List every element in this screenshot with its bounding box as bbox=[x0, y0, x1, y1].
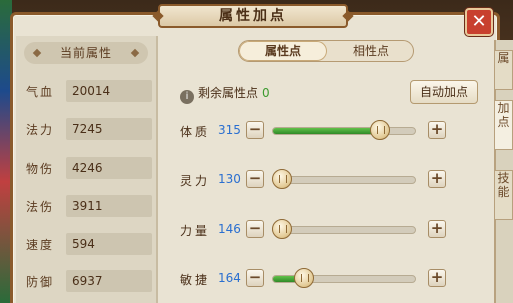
remaining-points: i 剩余属性点 0 bbox=[180, 84, 270, 104]
plus-button[interactable]: + bbox=[428, 220, 446, 238]
current-stats-header: 当前属性 bbox=[24, 42, 148, 64]
stat-value: 6937 bbox=[66, 270, 152, 292]
stat-label: 物伤 bbox=[26, 162, 55, 176]
minus-button[interactable]: − bbox=[246, 121, 264, 139]
plus-button[interactable]: + bbox=[428, 121, 446, 139]
attribute-label: 力量 bbox=[180, 224, 211, 238]
side-tab-skills[interactable]: 技能 bbox=[494, 170, 513, 220]
stat-row-hp: 气血 20014 bbox=[16, 80, 158, 102]
close-button[interactable]: ✕ bbox=[465, 8, 493, 36]
window-title: 属性加点 bbox=[158, 4, 348, 28]
point-type-tabs: 属性点 相性点 bbox=[238, 40, 414, 62]
stat-label: 防御 bbox=[26, 275, 55, 289]
attribute-row-agility: 敏捷 164 − + bbox=[180, 266, 450, 292]
attribute-label: 体质 bbox=[180, 125, 211, 139]
stat-label: 气血 bbox=[26, 85, 55, 99]
attribute-slider-fill bbox=[273, 128, 381, 134]
current-stats-panel: 当前属性 气血 20014 法力 7245 物伤 4246 法伤 3911 速度… bbox=[16, 36, 158, 303]
stat-row-magic-dmg: 法伤 3911 bbox=[16, 195, 158, 217]
stat-value: 20014 bbox=[66, 80, 152, 102]
side-tab-attributes[interactable]: 属 bbox=[494, 50, 513, 90]
stat-value: 594 bbox=[66, 233, 152, 255]
stat-value: 7245 bbox=[66, 118, 152, 140]
stat-row-speed: 速度 594 bbox=[16, 233, 158, 255]
remaining-points-label: 剩余属性点 bbox=[198, 86, 259, 100]
attribute-slider-thumb[interactable] bbox=[293, 268, 314, 288]
stat-label: 法力 bbox=[26, 123, 55, 137]
auto-allocate-button[interactable]: 自动加点 bbox=[410, 80, 478, 104]
attribute-slider-thumb[interactable] bbox=[370, 120, 390, 140]
stat-row-defense: 防御 6937 bbox=[16, 270, 158, 292]
attribute-slider-track[interactable] bbox=[272, 176, 416, 184]
minus-button[interactable]: − bbox=[246, 269, 264, 287]
stat-value: 3911 bbox=[66, 195, 152, 217]
attribute-value: 130 bbox=[218, 172, 241, 186]
minus-button[interactable]: − bbox=[246, 170, 264, 188]
attribute-slider-thumb[interactable] bbox=[272, 219, 292, 239]
plus-button[interactable]: + bbox=[428, 269, 446, 287]
attribute-label: 敏捷 bbox=[180, 273, 211, 287]
tab-attribute-points[interactable]: 属性点 bbox=[239, 41, 327, 61]
stat-label: 法伤 bbox=[26, 200, 55, 214]
attribute-row-spirit: 灵力 130 − + bbox=[180, 167, 450, 193]
stat-label: 速度 bbox=[26, 238, 55, 252]
attribute-value: 146 bbox=[218, 222, 241, 236]
remaining-points-value: 0 bbox=[262, 86, 270, 100]
attribute-label: 灵力 bbox=[180, 174, 211, 188]
attribute-row-strength: 力量 146 − + bbox=[180, 217, 450, 243]
minus-button[interactable]: − bbox=[246, 220, 264, 238]
stat-row-mp: 法力 7245 bbox=[16, 118, 158, 140]
tab-affinity-points[interactable]: 相性点 bbox=[327, 41, 413, 61]
stat-value: 4246 bbox=[66, 157, 152, 179]
info-icon[interactable]: i bbox=[180, 90, 194, 104]
attribute-slider-thumb[interactable] bbox=[272, 169, 292, 189]
attribute-value: 164 bbox=[218, 271, 241, 285]
stat-row-phys-dmg: 物伤 4246 bbox=[16, 157, 158, 179]
attribute-slider-track[interactable] bbox=[272, 226, 416, 234]
attribute-value: 315 bbox=[218, 123, 241, 137]
side-tab-add-points[interactable]: 加点 bbox=[494, 100, 513, 150]
plus-button[interactable]: + bbox=[428, 170, 446, 188]
side-tab-bar: 属 加点 技能 bbox=[494, 40, 513, 303]
attribute-slider-track[interactable] bbox=[272, 127, 416, 135]
attribute-row-constitution: 体质 315 − + bbox=[180, 118, 450, 144]
